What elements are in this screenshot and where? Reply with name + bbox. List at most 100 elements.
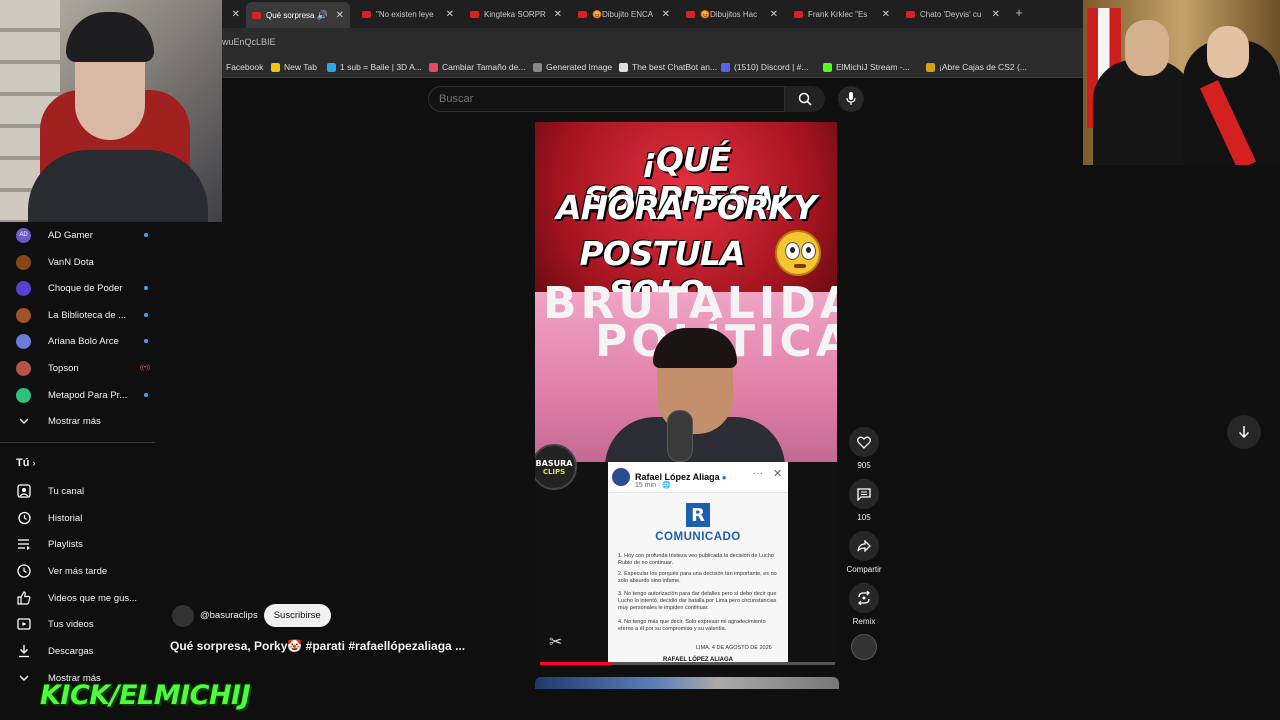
bookmark-item[interactable]: ¡Abre Cajas de CS2 (...	[926, 62, 1027, 72]
chevron-right-icon: ›	[32, 458, 36, 468]
bookmark-item[interactable]: Generated Image	[533, 62, 612, 72]
short-title-panel: ¡QUÉ SORPRESA! AHORA PORKY POSTULA SOLO.	[535, 122, 837, 312]
tab-close-icon[interactable]: ✕	[992, 9, 1000, 20]
sidebar-item-label: Descargas	[48, 645, 94, 657]
kick-channel-overlay: KICK/ELMICHIJ	[40, 680, 251, 711]
new-tab-button[interactable]: +	[1012, 6, 1026, 20]
bookmark-item[interactable]: 1 sub = Baile | 3D A...	[327, 62, 422, 72]
tab-7[interactable]: Chato 'Deyvis' cu ✕	[900, 4, 1006, 24]
sidebar-item-historial[interactable]: Historial	[16, 508, 151, 528]
sidebar-item-playlists[interactable]: Playlists	[16, 534, 151, 554]
tab-close-prev[interactable]: ✕	[228, 4, 242, 24]
tab-close-icon[interactable]: ✕	[446, 9, 454, 20]
sidebar-item-label: Videos que me gus...	[48, 592, 138, 604]
youtube-icon	[362, 10, 371, 18]
bookmark-item[interactable]: Facebook	[226, 62, 263, 72]
sidebar-item-metapod[interactable]: Metapod Para Pr...	[16, 385, 148, 405]
arrow-down-icon	[1238, 426, 1250, 439]
subscribe-button[interactable]: Suscribirse	[263, 604, 331, 627]
comment-action[interactable]: 105	[848, 479, 880, 522]
share-button[interactable]	[849, 531, 879, 561]
bookmark-item[interactable]: ElMichiJ Stream -...	[823, 62, 910, 72]
you-section-title[interactable]: Tú ›	[16, 457, 36, 469]
next-short-preview[interactable]	[535, 677, 839, 689]
capcut-icon: ✂	[549, 634, 563, 651]
tab-6[interactable]: Frank Krklec "Es ✕	[788, 4, 896, 24]
sidebar-item-label: Tus videos	[48, 618, 94, 630]
show-more-button[interactable]: Mostrar más	[16, 411, 151, 431]
document-point: 4. No tengo más que decir. Solo expresar…	[618, 619, 766, 632]
tab-active[interactable]: Qué sorpresa 🔊 ✕	[246, 2, 350, 28]
sidebar-item-tus-videos[interactable]: Tus videos	[16, 614, 151, 634]
bookmark-icon	[926, 62, 935, 72]
comment-button[interactable]	[849, 479, 879, 509]
sidebar-item-tu-canal[interactable]: Tu canal	[16, 481, 151, 501]
sidebar-item-la-biblioteca[interactable]: La Biblioteca de ...	[16, 305, 148, 325]
verified-badge-icon: ●	[721, 472, 727, 482]
new-content-dot	[144, 393, 148, 397]
like-action[interactable]: 905	[848, 427, 880, 470]
tab-close-icon[interactable]: ✕	[770, 9, 778, 20]
share-label: Compartir	[846, 565, 882, 574]
channel-avatar[interactable]	[172, 604, 194, 627]
tab-close-icon[interactable]: ✕	[882, 9, 890, 20]
next-video-button[interactable]	[1227, 415, 1261, 449]
remix-button[interactable]	[849, 583, 879, 613]
url-text[interactable]: wuEnQcLBIE	[222, 37, 276, 47]
search-button[interactable]	[785, 86, 825, 112]
speaker-icon[interactable]: 🔊	[317, 10, 328, 21]
avatar	[16, 307, 31, 323]
voice-search-button[interactable]	[838, 86, 864, 112]
sidebar-item-label: Choque de Poder	[48, 282, 123, 294]
comment-count: 105	[857, 513, 871, 522]
bookmark-label: Cambiar Tamaño de...	[442, 62, 526, 72]
tab-label: 😡Dibujito ENCA	[592, 9, 654, 19]
tab-5[interactable]: 😡Dibujitos Hac ✕	[680, 4, 784, 24]
chevron-down-icon	[16, 670, 32, 686]
short-video-player[interactable]: ¡QUÉ SORPRESA! AHORA PORKY POSTULA SOLO.…	[535, 122, 837, 664]
search-input[interactable]	[429, 87, 759, 111]
bookmark-item[interactable]: New Tab	[271, 62, 317, 72]
man-face	[1125, 20, 1169, 76]
bookmark-item[interactable]: (1510) Discord | #...	[721, 62, 809, 72]
bookmark-label: ElMichiJ Stream -...	[836, 62, 910, 72]
sidebar-item-vann-dota[interactable]: VanN Dota	[16, 252, 146, 272]
channel-avatar-small[interactable]	[851, 634, 877, 660]
sidebar-item-liked-videos[interactable]: Videos que me gus...	[16, 588, 151, 608]
logo-text-top: BASURA	[535, 458, 573, 468]
sidebar-item-ariana-bolo-arce[interactable]: Ariana Bolo Arce	[16, 331, 148, 351]
channel-name[interactable]: @basuraclips	[200, 610, 258, 621]
tab-close-icon[interactable]: ✕	[554, 9, 562, 20]
tab-close-icon[interactable]: ✕	[336, 10, 344, 21]
tab-2[interactable]: "No existen leye ✕	[356, 4, 460, 24]
document-point: 3. No tengo autorización para dar detall…	[618, 591, 777, 611]
remix-label: Remix	[852, 617, 876, 626]
bookmark-item[interactable]: The best ChatBot an...	[619, 62, 717, 72]
remix-action[interactable]: Remix	[848, 583, 880, 626]
tab-3[interactable]: Kingteka SORPR ✕	[464, 4, 568, 24]
tab-close-icon[interactable]: ✕	[662, 9, 670, 20]
document-point: 2. Especular los porqués para una decisi…	[618, 571, 777, 584]
show-more-label: Mostrar más	[48, 415, 101, 427]
share-icon	[857, 540, 871, 552]
sidebar-item-ad-gamer[interactable]: AD AD Gamer	[16, 225, 148, 245]
sidebar-item-topson[interactable]: Topson ((•))	[16, 358, 150, 378]
logo-text-bottom: CLIPS	[542, 467, 566, 476]
bookmark-item[interactable]: Cambiar Tamaño de...	[429, 62, 525, 72]
video-progress-bar[interactable]	[540, 662, 835, 665]
sidebar-item-choque-de-poder[interactable]: Choque de Poder	[16, 278, 148, 298]
like-button[interactable]	[849, 427, 879, 457]
tab-4[interactable]: 😡Dibujito ENCA ✕	[572, 4, 676, 24]
sidebar-item-label: Playlists	[48, 538, 83, 550]
avatar: AD	[16, 227, 31, 243]
watch-later-icon	[16, 563, 32, 579]
live-indicator-icon: ((•))	[140, 365, 151, 371]
sidebar-item-descargas[interactable]: Descargas	[16, 641, 151, 661]
share-action[interactable]: Compartir	[846, 531, 882, 574]
document-title: COMUNICADO	[655, 531, 741, 543]
search-box[interactable]	[428, 86, 785, 112]
sidebar-item-ver-mas-tarde[interactable]: Ver más tarde	[16, 561, 151, 581]
microphone-icon	[667, 410, 693, 462]
heart-icon	[857, 436, 871, 449]
video-title[interactable]: Qué sorpresa, Porky🤡 #parati #rafaellópe…	[170, 639, 465, 653]
